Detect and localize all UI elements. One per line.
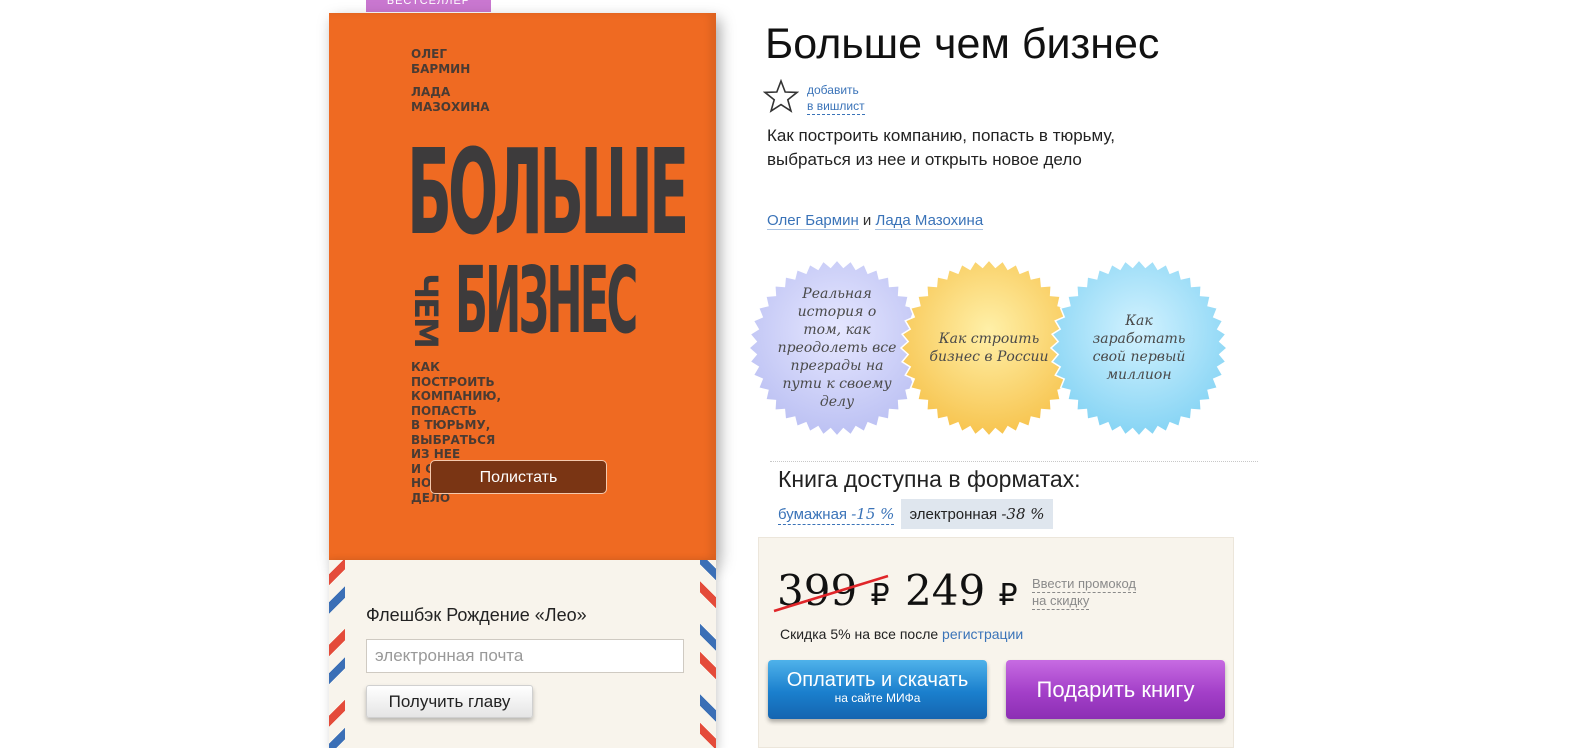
browse-button[interactable]: Полистать: [430, 460, 607, 494]
new-price: 249 ₽: [905, 566, 1018, 615]
promo-text: на скидку: [1032, 593, 1090, 610]
author-link[interactable]: Лада Мазохина: [875, 212, 984, 230]
cover-author-text: МАЗОХИНА: [411, 100, 490, 114]
cover-tagline-line: ПОПАСТЬ: [411, 403, 477, 418]
format-ebook-label: электронная: [909, 506, 998, 523]
seal-text: Как строить бизнес в России: [929, 331, 1049, 365]
cover-tagline-line: КОМПАНИЮ,: [411, 389, 502, 403]
format-ebook-discount: -38 %: [1001, 505, 1045, 523]
author-link[interactable]: Олег Бармин: [767, 212, 859, 230]
authors-and: и: [862, 212, 872, 229]
price-strike: [773, 574, 889, 613]
envelope-stripe-left: [329, 560, 345, 748]
book-authors: Олег Бармин и Лада Мазохина: [767, 212, 984, 230]
discount-text: Скидка 5% на все после: [780, 626, 939, 642]
cover-author-text: ОЛЕГ: [411, 47, 448, 61]
cover-tagline-line: ПОСТРОИТЬ: [411, 374, 495, 389]
feature-seal: Как заработать свой первый миллион: [1049, 258, 1229, 438]
cover-title-chem: ЧЕМ: [407, 263, 447, 353]
divider: [770, 461, 1258, 462]
cover-tagline-line: ВЫБРАТЬСЯ: [411, 432, 496, 447]
discount-note: Скидка 5% на все после регистрации: [780, 626, 1023, 642]
cover-title-line1: БОЛЬШЕ: [407, 123, 689, 261]
gift-book-button[interactable]: Подарить книгу: [1006, 660, 1225, 719]
cover-chem-text: ЧЕМ: [406, 273, 445, 347]
envelope-stripe-right: [700, 560, 716, 748]
subscribe-title: Флешбэк Рождение «Лео»: [366, 605, 587, 625]
get-chapter-button[interactable]: Получить главу: [366, 685, 533, 718]
seal-text: Как заработать свой первый миллион: [1092, 313, 1186, 383]
bestseller-badge: БЕСТСЕЛЛЕР: [366, 0, 491, 12]
book-subtitle: Как построить компанию, попасть в тюрьму…: [767, 126, 1115, 169]
promo-text: Ввести промокод: [1032, 576, 1137, 593]
subscribe-envelope: Флешбэк Рождение «Лео» Получить главу: [329, 560, 716, 748]
cover-tagline-line: В ТЮРЬМУ,: [411, 418, 491, 432]
pay-and-download-button[interactable]: Оплатить и скачать на сайте МИФа: [768, 660, 987, 719]
cover-author-text: БАРМИН: [411, 62, 471, 76]
format-paper-discount: -15 %: [851, 505, 895, 523]
register-link[interactable]: регистрации: [942, 626, 1023, 642]
format-paper-label: бумажная: [778, 506, 848, 523]
cover-author-text: ЛАДА: [411, 85, 451, 99]
page-title: Больше чем бизнес: [765, 20, 1160, 68]
add-to-wishlist-link[interactable]: добавить в вишлист: [807, 82, 865, 115]
cover-authors: ОЛЕГ БАРМИН ЛАДА МАЗОХИНА: [411, 47, 511, 115]
promo-code-link[interactable]: Ввести промокод на скидку: [1032, 576, 1137, 610]
wishlist-text: в вишлист: [807, 99, 865, 113]
formats-title: Книга доступна в форматах:: [778, 466, 1081, 492]
cover-title-line2: БИЗНЕС: [455, 247, 638, 354]
pay-button-sublabel: на сайте МИФа: [834, 691, 921, 705]
cover-tagline-line: КАК: [411, 360, 440, 374]
format-ebook-tab[interactable]: электронная -38 %: [901, 499, 1053, 529]
new-price-value: 249: [905, 566, 986, 615]
new-price-currency: ₽: [998, 578, 1018, 613]
wishlist-text: добавить: [807, 83, 859, 97]
format-paper-link[interactable]: бумажная -15 %: [778, 505, 895, 525]
pay-button-label: Оплатить и скачать: [786, 669, 969, 691]
seal-text: Реальная история о том, как преодолеть в…: [777, 286, 897, 410]
star-icon[interactable]: [763, 79, 799, 113]
email-field[interactable]: [366, 639, 684, 673]
